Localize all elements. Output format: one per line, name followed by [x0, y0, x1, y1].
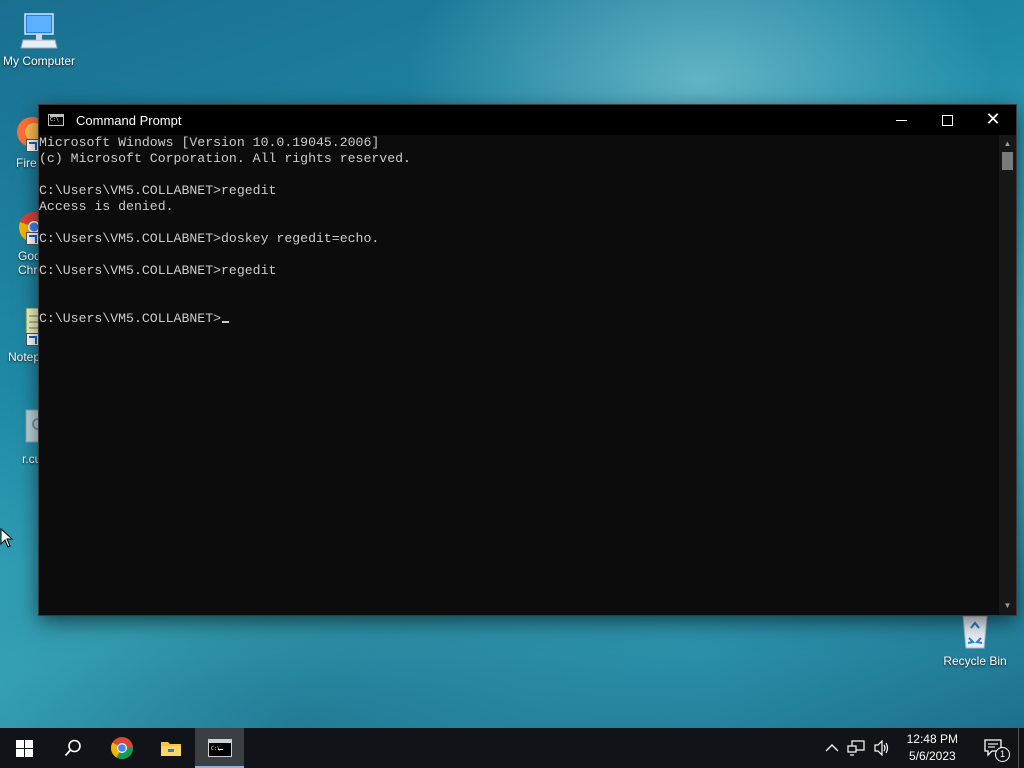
text-cursor: [222, 321, 230, 323]
console-line: (c) Microsoft Corporation. All rights re…: [39, 151, 411, 166]
window-controls: ✕: [878, 105, 1016, 135]
scroll-down-arrow-icon[interactable]: ▼: [999, 599, 1016, 613]
close-button[interactable]: ✕: [970, 105, 1016, 135]
close-icon: ✕: [985, 109, 1001, 130]
show-hidden-icons-button[interactable]: [821, 728, 843, 768]
shortcut-arrow-icon: [26, 232, 39, 245]
clock-time: 12:48 PM: [906, 732, 958, 746]
chevron-up-icon: [825, 744, 839, 752]
speaker-icon: [874, 740, 888, 756]
shortcut-arrow-icon: [26, 139, 39, 152]
maximize-button[interactable]: [924, 105, 970, 135]
scrollbar-thumb[interactable]: [1002, 152, 1013, 170]
start-button[interactable]: [0, 728, 48, 768]
desktop-icon-label: Recycle Bin: [943, 654, 1007, 668]
console-prompt: C:\Users\VM5.COLLABNET>: [39, 311, 222, 326]
desktop-icon-my-computer[interactable]: My Computer: [0, 10, 79, 68]
network-icon: [847, 740, 865, 756]
shortcut-arrow-icon: [26, 333, 39, 346]
taskbar: C:\ 12:48 PM 5/6/2023 1: [0, 728, 1024, 768]
desktop-icon-recycle-bin[interactable]: Recycle Bin: [935, 610, 1015, 668]
notification-badge: 1: [995, 747, 1010, 762]
console-line: C:\Users\VM5.COLLABNET>doskey regedit=ec…: [39, 231, 380, 246]
volume-button[interactable]: [869, 728, 895, 768]
vertical-scrollbar[interactable]: ▲ ▼: [999, 135, 1016, 615]
chrome-icon: [110, 737, 133, 759]
show-desktop-button[interactable]: [1018, 728, 1024, 768]
window-title: Command Prompt: [76, 112, 182, 128]
network-button[interactable]: [843, 728, 869, 768]
console-line: C:\Users\VM5.COLLABNET>regedit: [39, 263, 277, 278]
console-line: Access is denied.: [39, 199, 174, 214]
cmd-app-icon: [48, 114, 64, 126]
command-prompt-icon: C:\: [207, 739, 232, 757]
search-button[interactable]: [48, 728, 97, 768]
clock-date: 5/6/2023: [908, 749, 956, 763]
minimize-icon: [895, 119, 907, 121]
maximize-icon: [941, 114, 953, 126]
windows-logo-icon: [15, 739, 33, 757]
window-titlebar[interactable]: Command Prompt ✕: [39, 105, 1016, 135]
console-line: C:\Users\VM5.COLLABNET>regedit: [39, 183, 277, 198]
system-tray: 12:48 PM 5/6/2023 1: [821, 728, 1024, 768]
console-prompt-line: C:\Users\VM5.COLLABNET>: [39, 311, 999, 327]
minimize-button[interactable]: [878, 105, 924, 135]
taskbar-file-explorer-button[interactable]: [146, 728, 195, 768]
action-center-button[interactable]: 1: [970, 728, 1018, 768]
folder-icon: [160, 742, 181, 756]
console-line: Microsoft Windows [Version 10.0.19045.20…: [39, 135, 380, 150]
scroll-up-arrow-icon[interactable]: ▲: [999, 137, 1016, 151]
console-output[interactable]: Microsoft Windows [Version 10.0.19045.20…: [39, 135, 999, 615]
taskbar-command-prompt-button[interactable]: C:\: [195, 728, 244, 768]
recycle-bin-icon: [955, 610, 995, 650]
taskbar-chrome-button[interactable]: [97, 728, 146, 768]
command-prompt-window[interactable]: Command Prompt ✕ Microsoft Windows [Vers…: [39, 105, 1016, 615]
search-icon: [64, 739, 81, 757]
desktop-icon-label: My Computer: [2, 54, 76, 68]
computer-icon: [19, 10, 59, 50]
clock[interactable]: 12:48 PM 5/6/2023: [895, 728, 970, 768]
